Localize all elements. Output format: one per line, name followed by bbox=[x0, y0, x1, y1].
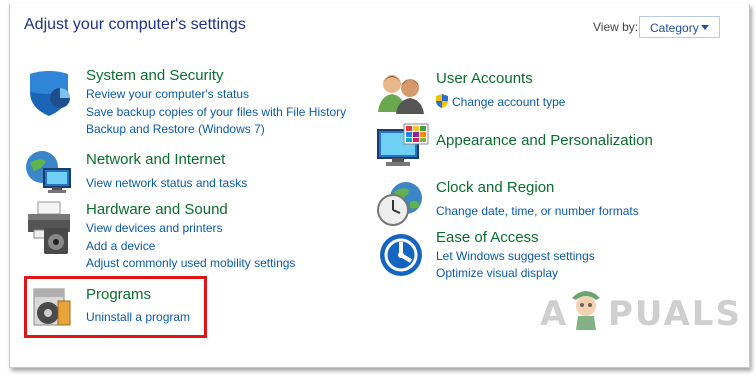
monitor-palette-icon bbox=[376, 122, 430, 172]
category-title-system-and-security[interactable]: System and Security bbox=[86, 67, 224, 84]
chevron-down-icon bbox=[701, 25, 709, 30]
link-file-history[interactable]: Save backup copies of your files with Fi… bbox=[86, 105, 346, 119]
link-date-time-formats[interactable]: Change date, time, or number formats bbox=[436, 204, 639, 218]
category-title-appearance[interactable]: Appearance and Personalization bbox=[436, 132, 653, 149]
ease-of-access-icon bbox=[378, 232, 424, 278]
link-review-status[interactable]: Review your computer's status bbox=[86, 87, 249, 101]
category-title-network-and-internet[interactable]: Network and Internet bbox=[86, 151, 225, 168]
link-backup-restore[interactable]: Backup and Restore (Windows 7) bbox=[86, 122, 265, 136]
link-change-account-type[interactable]: Change account type bbox=[452, 95, 565, 109]
page-title: Adjust your computer's settings bbox=[24, 16, 246, 33]
category-title-user-accounts[interactable]: User Accounts bbox=[436, 70, 533, 87]
uac-shield-icon bbox=[435, 94, 449, 108]
programs-highlight-box bbox=[24, 276, 207, 338]
view-by-dropdown[interactable]: Category bbox=[639, 16, 720, 38]
category-title-clock-and-region[interactable]: Clock and Region bbox=[436, 179, 554, 196]
printer-icon bbox=[24, 200, 74, 254]
category-title-hardware-and-sound[interactable]: Hardware and Sound bbox=[86, 201, 228, 218]
link-mobility-settings[interactable]: Adjust commonly used mobility settings bbox=[86, 256, 295, 270]
users-icon bbox=[376, 72, 426, 114]
category-title-ease-of-access[interactable]: Ease of Access bbox=[436, 229, 539, 246]
network-globe-icon bbox=[24, 149, 74, 195]
view-by-value: Category bbox=[650, 21, 699, 35]
shield-icon bbox=[24, 68, 74, 118]
clock-globe-icon bbox=[376, 180, 426, 228]
control-panel-window: Adjust your computer's settings View by:… bbox=[9, 4, 750, 368]
link-devices-printers[interactable]: View devices and printers bbox=[86, 221, 223, 235]
watermark-left: A bbox=[540, 294, 569, 334]
watermark-right: PUALS bbox=[608, 294, 742, 334]
link-optimize-display[interactable]: Optimize visual display bbox=[436, 266, 558, 280]
mascot-icon bbox=[572, 291, 600, 330]
link-add-device[interactable]: Add a device bbox=[86, 239, 155, 253]
view-by-label: View by: bbox=[593, 20, 639, 34]
link-windows-suggest[interactable]: Let Windows suggest settings bbox=[436, 249, 595, 263]
link-network-status[interactable]: View network status and tasks bbox=[86, 176, 247, 190]
